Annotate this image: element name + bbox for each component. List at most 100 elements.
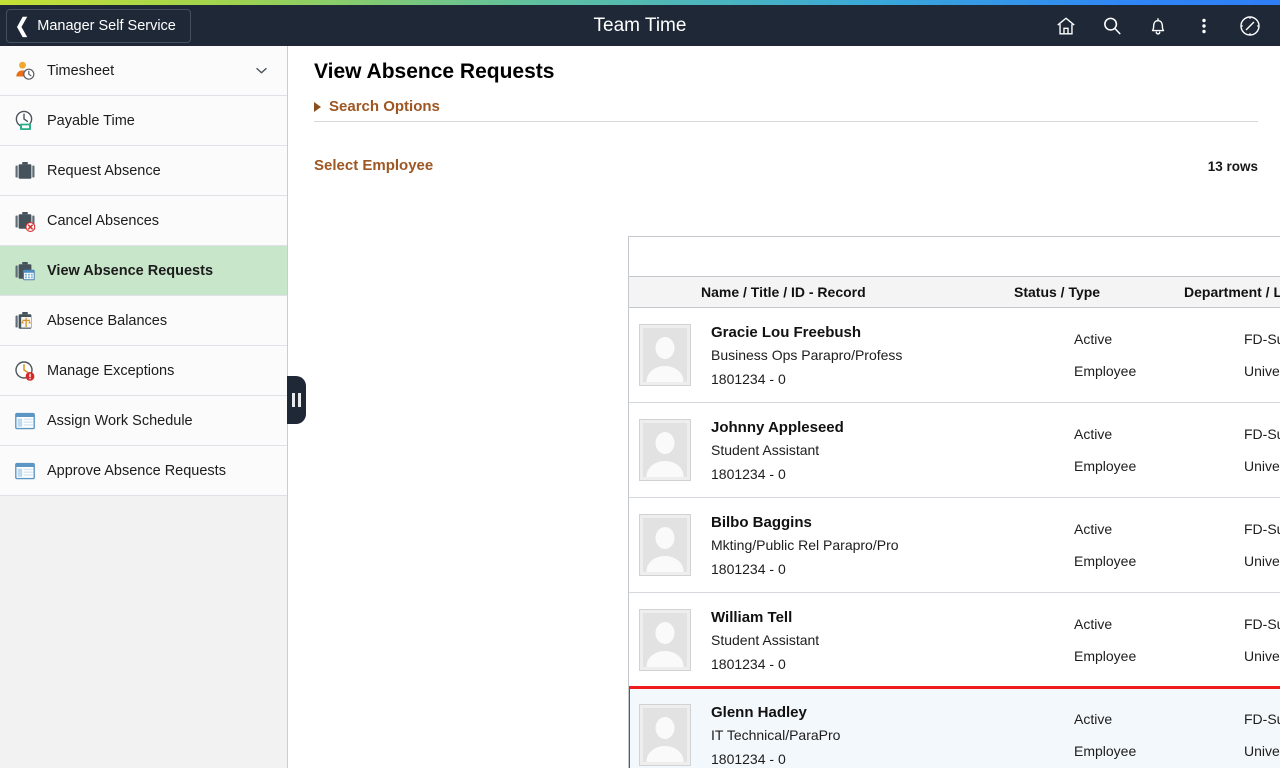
sidebar-item-payable-time[interactable]: Payable Time xyxy=(0,96,287,146)
employee-location: University of Georgia xyxy=(1244,458,1280,474)
employee-identity: Bilbo Baggins Mkting/Public Rel Parapro/… xyxy=(691,514,1074,577)
employee-name: William Tell xyxy=(711,608,793,626)
table-row-highlighted[interactable]: Glenn Hadley IT Technical/ParaPro 180123… xyxy=(629,686,1280,768)
employee-type: Employee xyxy=(1074,648,1137,664)
sidebar-item-timesheet[interactable]: Timesheet xyxy=(0,46,287,96)
employee-location: University of Georgia xyxy=(1244,553,1280,569)
sidebar-item-manage-exceptions[interactable]: Manage Exceptions xyxy=(0,346,287,396)
employee-department-location: FD-Support Services University of Georgi… xyxy=(1244,711,1280,759)
employee-identity: Gracie Lou Freebush Business Ops Parapro… xyxy=(691,324,1074,387)
select-employee-section-header: Select Employee 13 rows xyxy=(314,157,1258,174)
employee-id-record: 1801234 - 0 xyxy=(711,370,786,387)
table-row[interactable]: Johnny Appleseed Student Assistant 18012… xyxy=(629,403,1280,498)
employee-id-record: 1801234 - 0 xyxy=(711,560,786,577)
employee-status-type: Active Employee xyxy=(1074,331,1244,379)
search-options-label: Search Options xyxy=(329,98,440,115)
kebab-menu-icon[interactable] xyxy=(1182,5,1226,46)
grid-column-headers: Name / Title / ID - Record Status / Type… xyxy=(629,277,1280,308)
employee-location: University of Georgia xyxy=(1244,648,1280,664)
employee-status: Active xyxy=(1074,331,1113,347)
employee-name: Bilbo Baggins xyxy=(711,513,812,531)
bell-icon[interactable] xyxy=(1136,5,1180,46)
employee-status-type: Active Employee xyxy=(1074,711,1244,759)
app-header: ❮ Manager Self Service Team Time xyxy=(0,5,1280,46)
window-schedule-icon xyxy=(10,406,40,436)
header-icon-group xyxy=(1044,5,1280,46)
table-row[interactable]: William Tell Student Assistant 1801234 -… xyxy=(629,593,1280,688)
employee-department: FD-Support Services xyxy=(1244,521,1280,537)
employee-status: Active xyxy=(1074,426,1113,442)
employee-status-type: Active Employee xyxy=(1074,616,1244,664)
avatar xyxy=(639,704,691,766)
sidebar-item-label: Request Absence xyxy=(47,162,161,179)
employee-id-record: 1801234 - 0 xyxy=(711,465,786,482)
employee-identity: William Tell Student Assistant 1801234 -… xyxy=(691,609,1074,672)
back-to-manager-self-service-button[interactable]: ❮ Manager Self Service xyxy=(6,8,191,43)
avatar xyxy=(639,324,691,386)
chevron-left-icon: ❮ xyxy=(15,14,30,37)
employee-status: Active xyxy=(1074,711,1113,727)
compass-nav-icon[interactable] xyxy=(1228,5,1272,46)
left-navigation-sidebar: Timesheet Payable Time Request Absence C… xyxy=(0,46,288,768)
column-header-department: Department / Location xyxy=(1184,284,1280,300)
employee-status: Active xyxy=(1074,616,1113,632)
search-options-toggle[interactable]: Search Options xyxy=(314,98,1258,122)
sidebar-collapse-handle[interactable] xyxy=(287,376,306,424)
search-icon[interactable] xyxy=(1090,5,1134,46)
sidebar-item-label: Approve Absence Requests xyxy=(47,462,226,479)
briefcase-balance-icon xyxy=(10,306,40,336)
sidebar-item-assign-work-schedule[interactable]: Assign Work Schedule xyxy=(0,396,287,446)
employee-location: University of Georgia xyxy=(1244,363,1280,379)
sidebar-item-label: Timesheet xyxy=(47,62,115,79)
employee-department-location: FD-Support Services University of Georgi… xyxy=(1244,521,1280,569)
employee-identity: Glenn Hadley IT Technical/ParaPro 180123… xyxy=(691,704,1074,767)
employee-title: Business Ops Parapro/Profess xyxy=(711,346,903,363)
employee-type: Employee xyxy=(1074,458,1137,474)
employee-grid: ⇅ Name / Title / ID - Record Status / Ty… xyxy=(628,236,1280,768)
employee-title: Student Assistant xyxy=(711,631,820,648)
select-employee-label: Select Employee xyxy=(314,157,434,174)
employee-type: Employee xyxy=(1074,743,1137,759)
briefcase-cancel-icon xyxy=(10,206,40,236)
sidebar-item-view-absence-requests[interactable]: View Absence Requests xyxy=(0,246,287,296)
employee-department-location: FD-Support Services University of Georgi… xyxy=(1244,616,1280,664)
grid-rows-viewport: Gracie Lou Freebush Business Ops Parapro… xyxy=(629,308,1280,768)
employee-name: Johnny Appleseed xyxy=(711,418,844,436)
clock-alert-icon xyxy=(10,356,40,386)
employee-status-type: Active Employee xyxy=(1074,426,1244,474)
employee-identity: Johnny Appleseed Student Assistant 18012… xyxy=(691,419,1074,482)
sidebar-item-approve-absence-requests[interactable]: Approve Absence Requests xyxy=(0,446,287,496)
employee-department-location: FD-Support Services University of Georgi… xyxy=(1244,331,1280,379)
main-content-area: View Absence Requests Search Options Sel… xyxy=(289,46,1280,768)
sidebar-item-label: Payable Time xyxy=(47,112,135,129)
column-header-status: Status / Type xyxy=(1014,284,1101,300)
timesheet-person-clock-icon xyxy=(10,56,40,86)
sidebar-item-label: Cancel Absences xyxy=(47,212,160,229)
employee-status-type: Active Employee xyxy=(1074,521,1244,569)
sidebar-item-request-absence[interactable]: Request Absence xyxy=(0,146,287,196)
sidebar-empty-space xyxy=(0,496,287,768)
chevron-down-icon[interactable] xyxy=(254,63,269,78)
employee-name: Glenn Hadley xyxy=(711,703,807,721)
employee-type: Employee xyxy=(1074,363,1137,379)
pause-bars-icon xyxy=(298,393,301,407)
avatar xyxy=(639,514,691,576)
employee-title: IT Technical/ParaPro xyxy=(711,726,841,743)
home-icon[interactable] xyxy=(1044,5,1088,46)
sidebar-item-label: View Absence Requests xyxy=(47,262,214,279)
sidebar-item-label: Absence Balances xyxy=(47,312,168,329)
employee-type: Employee xyxy=(1074,553,1137,569)
sidebar-item-cancel-absences[interactable]: Cancel Absences xyxy=(0,196,287,246)
employee-location: University of Georgia xyxy=(1244,743,1280,759)
employee-department: FD-Support Services xyxy=(1244,711,1280,727)
table-row[interactable]: Bilbo Baggins Mkting/Public Rel Parapro/… xyxy=(629,498,1280,593)
table-row[interactable]: Gracie Lou Freebush Business Ops Parapro… xyxy=(629,308,1280,403)
triangle-right-icon xyxy=(314,101,321,112)
avatar xyxy=(639,609,691,671)
briefcase-icon xyxy=(10,156,40,186)
employee-department: FD-Support Services xyxy=(1244,331,1280,347)
payable-time-clock-icon xyxy=(10,106,40,136)
grid-toolbar: ⇅ xyxy=(629,237,1280,277)
employee-department: FD-Support Services xyxy=(1244,616,1280,632)
sidebar-item-absence-balances[interactable]: Absence Balances xyxy=(0,296,287,346)
